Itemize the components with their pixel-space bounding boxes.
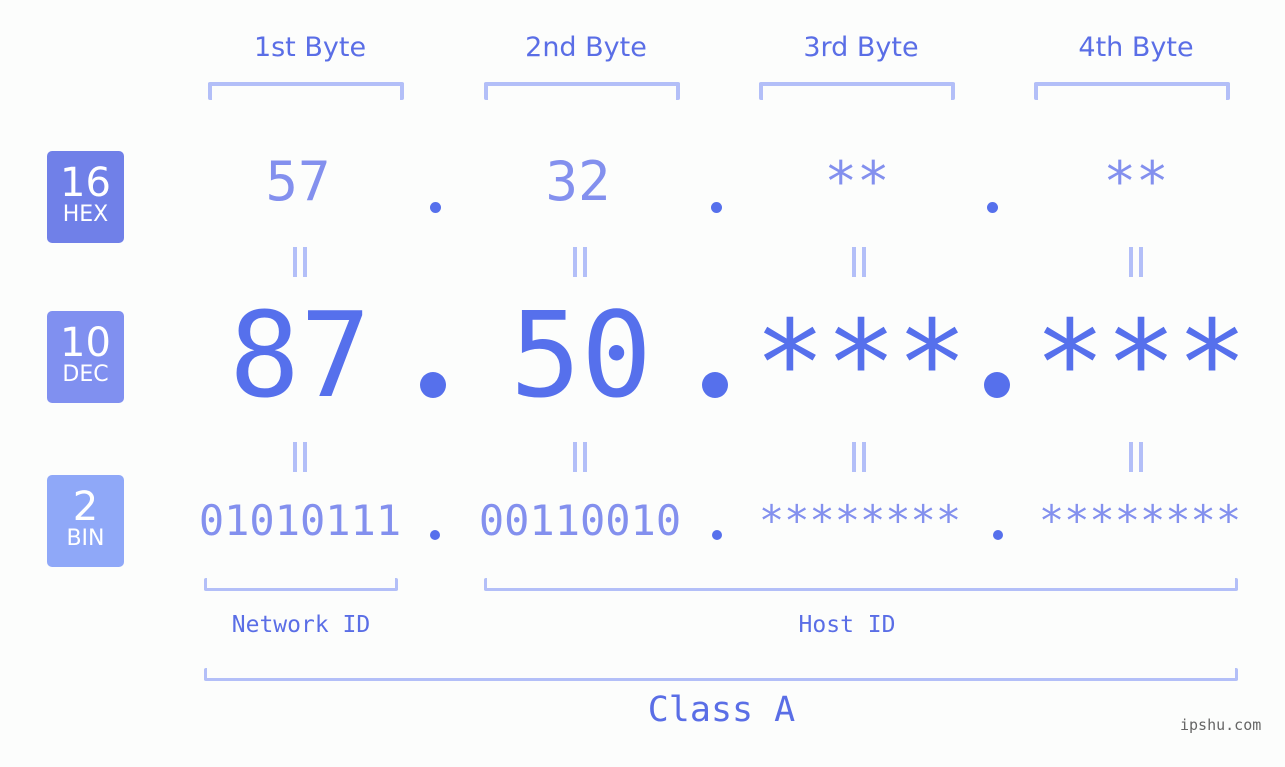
equals-icon — [1129, 247, 1143, 277]
dec-byte-1: 87 — [228, 286, 372, 424]
host-id-label: Host ID — [798, 612, 896, 638]
bin-base-badge: 2 BIN — [47, 475, 124, 567]
byte-bracket-1 — [208, 82, 404, 100]
dec-base-number: 10 — [60, 320, 111, 366]
bin-separator-2 — [712, 530, 722, 540]
bin-byte-1: 01010111 — [198, 496, 402, 545]
hex-base-label: HEX — [62, 202, 109, 227]
hex-base-badge: 16 HEX — [47, 151, 124, 243]
class-bracket — [204, 668, 1238, 681]
byte-bracket-2 — [484, 82, 680, 100]
equals-icon — [573, 247, 587, 277]
dec-byte-2: 50 — [509, 286, 653, 424]
byte-bracket-3 — [759, 82, 955, 100]
hex-byte-1: 57 — [265, 150, 331, 213]
hex-byte-2: 32 — [545, 150, 611, 213]
network-id-label: Network ID — [231, 612, 371, 638]
byte-header-3: 3rd Byte — [803, 32, 919, 63]
dec-base-badge: 10 DEC — [47, 311, 124, 403]
ip-class-label: Class A — [647, 690, 796, 730]
dec-separator-1 — [420, 372, 446, 398]
equals-icon — [293, 247, 307, 277]
bin-byte-4: ******** — [1038, 496, 1242, 545]
bin-base-number: 2 — [72, 484, 99, 530]
bin-byte-2: 00110010 — [478, 496, 682, 545]
dec-separator-2 — [702, 372, 728, 398]
bin-byte-3: ******** — [758, 496, 962, 545]
equals-icon — [852, 247, 866, 277]
hex-byte-3: ** — [824, 150, 890, 213]
byte-header-2: 2nd Byte — [525, 32, 647, 63]
equals-icon — [573, 442, 587, 472]
bin-separator-3 — [993, 530, 1003, 540]
host-id-bracket — [484, 578, 1238, 591]
network-id-bracket — [204, 578, 398, 591]
equals-icon — [852, 442, 866, 472]
watermark: ipshu.com — [1180, 716, 1262, 734]
hex-separator-2 — [711, 202, 722, 213]
dec-base-label: DEC — [62, 362, 109, 387]
byte-header-4: 4th Byte — [1078, 32, 1194, 63]
hex-byte-4: ** — [1103, 150, 1169, 213]
bin-base-label: BIN — [66, 526, 105, 551]
equals-icon — [293, 442, 307, 472]
bin-separator-1 — [430, 530, 440, 540]
dec-separator-3 — [984, 372, 1010, 398]
byte-bracket-4 — [1034, 82, 1230, 100]
byte-header-1: 1st Byte — [253, 32, 367, 63]
dec-byte-4: *** — [1034, 294, 1248, 432]
equals-icon — [1129, 442, 1143, 472]
dec-byte-3: *** — [754, 294, 968, 432]
hex-base-number: 16 — [60, 160, 111, 206]
hex-separator-1 — [430, 202, 441, 213]
hex-separator-3 — [987, 202, 998, 213]
